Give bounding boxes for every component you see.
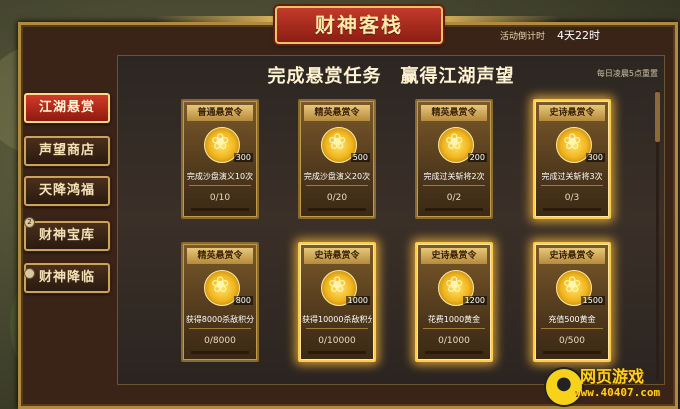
task-description: 获得8000杀敌积分 — [185, 315, 255, 324]
card-divider — [189, 185, 251, 186]
card-divider — [541, 328, 603, 329]
reward-quantity: 1000 — [345, 296, 370, 305]
scrollbar-thumb[interactable] — [655, 92, 660, 142]
title-ornament-right — [440, 16, 560, 22]
progress-bar — [308, 351, 366, 354]
task-description: 获得10000杀敌积分 — [302, 315, 372, 324]
sidebar-item-bounty[interactable]: 江湖悬赏 — [24, 93, 110, 123]
card-title: 史诗悬赏令 — [539, 105, 605, 121]
progress-bar — [308, 208, 366, 211]
reward-quantity: 500 — [350, 153, 370, 162]
progress-bar — [543, 208, 601, 211]
card-divider — [541, 185, 603, 186]
sidebar-item-blessing[interactable]: 天降鸿福 — [24, 176, 110, 206]
event-countdown: 活动倒计时 4天22时 — [500, 27, 600, 43]
bounty-card[interactable]: 精英悬赏令 200 完成过关斩将2次 0/2 — [415, 99, 493, 219]
progress-bar — [191, 208, 249, 211]
task-progress: 0/500 — [559, 336, 585, 346]
card-title: 史诗悬赏令 — [421, 248, 487, 264]
bounty-card[interactable]: 普通悬赏令 300 完成沙盘演义10次 0/10 — [181, 99, 259, 219]
sidebar-badge: 2 — [24, 217, 35, 228]
bounty-card[interactable]: 史诗悬赏令 1500 充值500黄金 0/500 — [533, 242, 611, 362]
task-progress: 0/1000 — [438, 336, 470, 346]
card-title: 普通悬赏令 — [187, 105, 253, 121]
task-description: 花费1000黄金 — [427, 315, 481, 324]
reward-quantity: 1500 — [580, 296, 605, 305]
reward-quantity: 300 — [585, 153, 605, 162]
card-title: 史诗悬赏令 — [304, 248, 370, 264]
task-description: 完成沙盘演义20次 — [303, 172, 371, 181]
progress-bar — [425, 351, 483, 354]
bounty-card[interactable]: 史诗悬赏令 1200 花费1000黄金 0/1000 — [415, 242, 493, 362]
sidebar-item-treasury[interactable]: 财神宝库 — [24, 221, 110, 251]
reward-quantity: 300 — [233, 153, 253, 162]
task-progress: 0/3 — [564, 193, 580, 203]
bounty-card[interactable]: 精英悬赏令 500 完成沙盘演义20次 0/20 — [298, 99, 376, 219]
task-progress: 0/10 — [209, 193, 231, 203]
site-watermark: 网页游戏 www.40407.com — [544, 361, 676, 407]
card-title: 精英悬赏令 — [421, 105, 487, 121]
title-ornament-left — [155, 16, 275, 22]
task-progress: 0/10000 — [318, 336, 356, 346]
reward-quantity: 800 — [233, 296, 253, 305]
countdown-value: 4天22时 — [557, 29, 601, 42]
window-title: 财神客栈 — [275, 6, 443, 44]
card-divider — [423, 185, 485, 186]
bounty-card[interactable]: 史诗悬赏令 300 完成过关斩将3次 0/3 — [533, 99, 611, 219]
task-progress: 0/20 — [326, 193, 348, 203]
card-title: 史诗悬赏令 — [539, 248, 605, 264]
reset-note: 每日凌晨5点重置 — [596, 69, 658, 78]
sidebar-dot — [24, 268, 35, 279]
reward-quantity: 200 — [467, 153, 487, 162]
card-title: 精英悬赏令 — [187, 248, 253, 264]
task-description: 完成过关斩将2次 — [423, 172, 485, 181]
progress-bar — [425, 208, 483, 211]
progress-bar — [191, 351, 249, 354]
bounty-card[interactable]: 精英悬赏令 800 获得8000杀敌积分 0/8000 — [181, 242, 259, 362]
card-title: 精英悬赏令 — [304, 105, 370, 121]
task-description: 充值500黄金 — [548, 315, 596, 324]
bounty-card[interactable]: 史诗悬赏令 1000 获得10000杀敌积分 0/10000 — [298, 242, 376, 362]
card-divider — [306, 185, 368, 186]
task-progress: 0/8000 — [204, 336, 236, 346]
watermark-url: www.40407.com — [574, 386, 661, 399]
task-progress: 0/2 — [446, 193, 462, 203]
panel-title: 完成悬赏任务 赢得江湖声望 — [267, 66, 515, 87]
reward-quantity: 1200 — [462, 296, 487, 305]
sidebar-item-reputation-shop[interactable]: 声望商店 — [24, 136, 110, 166]
sidebar-item-fortune-god[interactable]: 财神降临 — [24, 263, 110, 293]
card-divider — [306, 328, 368, 329]
card-divider — [423, 328, 485, 329]
watermark-title: 网页游戏 — [580, 367, 645, 386]
card-divider — [189, 328, 251, 329]
progress-bar — [543, 351, 601, 354]
countdown-label: 活动倒计时 — [500, 32, 546, 42]
task-description: 完成沙盘演义10次 — [186, 172, 254, 181]
task-description: 完成过关斩将3次 — [541, 172, 603, 181]
